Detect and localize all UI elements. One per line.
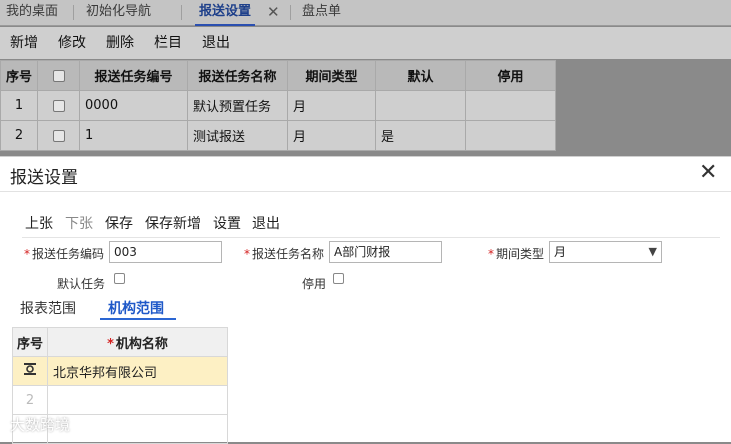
col-period-type[interactable]: 期间类型 (287, 60, 377, 91)
org-name-cell[interactable] (47, 414, 228, 444)
col-task-name[interactable]: 报送任务名称 (187, 60, 289, 91)
task-name-input[interactable]: A部门财报 (329, 241, 442, 263)
row-select[interactable] (37, 120, 81, 151)
row-task-code: 1 (79, 120, 189, 151)
columns-button[interactable]: 栏目 (154, 27, 182, 59)
table-row[interactable]: 2 1 测试报送 月 是 (0, 120, 557, 151)
watermark-logo: 大数跨境 (10, 416, 71, 434)
delete-button[interactable]: 删除 (106, 27, 134, 59)
close-icon[interactable]: ✕ (699, 159, 717, 187)
report-settings-dialog: 报送设置 ✕ 上张 下张 保存 保存新增 设置 退出 * 报送任务编码 003 *… (0, 156, 731, 444)
tab-init-navigation[interactable]: 初始化导航 (82, 0, 155, 26)
row-disabled (465, 90, 557, 121)
row-select[interactable] (37, 90, 81, 121)
new-button[interactable]: 新增 (10, 27, 38, 59)
table-header-row: 序号 报送任务编号 报送任务名称 期间类型 默认 停用 (0, 60, 557, 91)
tab-org-scope[interactable]: 机构范围 (108, 298, 164, 318)
save-new-button[interactable]: 保存新增 (145, 213, 201, 233)
org-name-cell[interactable] (47, 385, 228, 415)
grid-col-no: 序号 (12, 327, 48, 357)
row-disabled (465, 120, 557, 151)
tab-separator (290, 5, 291, 20)
task-list-table: 序号 报送任务编号 报送任务名称 期间类型 默认 停用 1 0000 默认预置任… (0, 60, 557, 151)
period-type-value: 月 (554, 245, 567, 259)
toolbar-divider (22, 237, 720, 238)
tab-bar: 我的桌面 初始化导航 报送设置 ✕ 盘点单 (0, 0, 731, 26)
exit-dialog-button[interactable]: 退出 (252, 213, 280, 233)
row-task-code: 0000 (79, 90, 189, 121)
col-default[interactable]: 默认 (375, 60, 467, 91)
exit-button[interactable]: 退出 (202, 27, 230, 59)
task-code-label: * 报送任务编码 (24, 247, 105, 261)
col-no: 序号 (0, 60, 39, 91)
period-type-select[interactable]: 月 ▼ (549, 241, 662, 263)
row-task-name: 默认预置任务 (187, 90, 289, 121)
prev-record-button[interactable]: 上张 (25, 213, 53, 233)
current-row-icon (24, 363, 36, 375)
chevron-down-icon: ▼ (648, 245, 657, 258)
row-no: 1 (0, 90, 39, 121)
default-task-label: 默认任务 (57, 277, 106, 291)
row-no: 2 (0, 120, 39, 151)
col-task-code[interactable]: 报送任务编号 (79, 60, 189, 91)
row-period-type: 月 (287, 120, 377, 151)
row-no: 2 (12, 385, 48, 415)
row-default: 是 (375, 120, 467, 151)
org-name-cell[interactable]: 北京华邦有限公司 (47, 356, 228, 386)
disabled-label: 停用 (302, 277, 327, 291)
select-all-checkbox[interactable] (52, 69, 65, 82)
save-button[interactable]: 保存 (105, 213, 133, 233)
row-period-type: 月 (287, 90, 377, 121)
tab-inventory[interactable]: 盘点单 (298, 0, 345, 26)
disabled-checkbox[interactable] (333, 273, 344, 284)
row-marker[interactable] (12, 356, 48, 386)
period-type-label: * 期间类型 (488, 247, 545, 261)
table-row[interactable]: 北京华邦有限公司 (12, 356, 228, 386)
row-default (375, 90, 467, 121)
grid-col-org-name: * 机构名称 (47, 327, 228, 357)
default-task-checkbox[interactable] (114, 273, 125, 284)
col-disabled[interactable]: 停用 (465, 60, 557, 91)
tab-report-settings[interactable]: 报送设置 (195, 0, 256, 26)
row-checkbox[interactable] (52, 99, 65, 112)
active-tab-indicator (100, 318, 176, 320)
tab-report-scope[interactable]: 报表范围 (20, 298, 76, 318)
tab-separator (73, 5, 74, 20)
main-toolbar: 新增 修改 删除 栏目 退出 (0, 27, 731, 59)
row-task-name: 测试报送 (187, 120, 289, 151)
tab-separator (181, 5, 182, 20)
tab-my-desktop[interactable]: 我的桌面 (2, 0, 62, 26)
task-code-input[interactable]: 003 (109, 241, 222, 263)
dialog-divider (0, 191, 731, 192)
tab-close-icon[interactable]: ✕ (267, 0, 280, 24)
col-select[interactable] (37, 60, 81, 91)
settings-button[interactable]: 设置 (213, 213, 241, 233)
table-row[interactable]: 1 0000 默认预置任务 月 (0, 90, 557, 121)
dialog-title: 报送设置 (10, 168, 78, 188)
task-name-label: * 报送任务名称 (244, 247, 325, 261)
table-row[interactable]: 2 (12, 385, 228, 415)
grid-header-row: 序号 * 机构名称 (12, 327, 228, 357)
next-record-button[interactable]: 下张 (65, 213, 93, 233)
edit-button[interactable]: 修改 (58, 27, 86, 59)
row-checkbox[interactable] (52, 129, 65, 142)
